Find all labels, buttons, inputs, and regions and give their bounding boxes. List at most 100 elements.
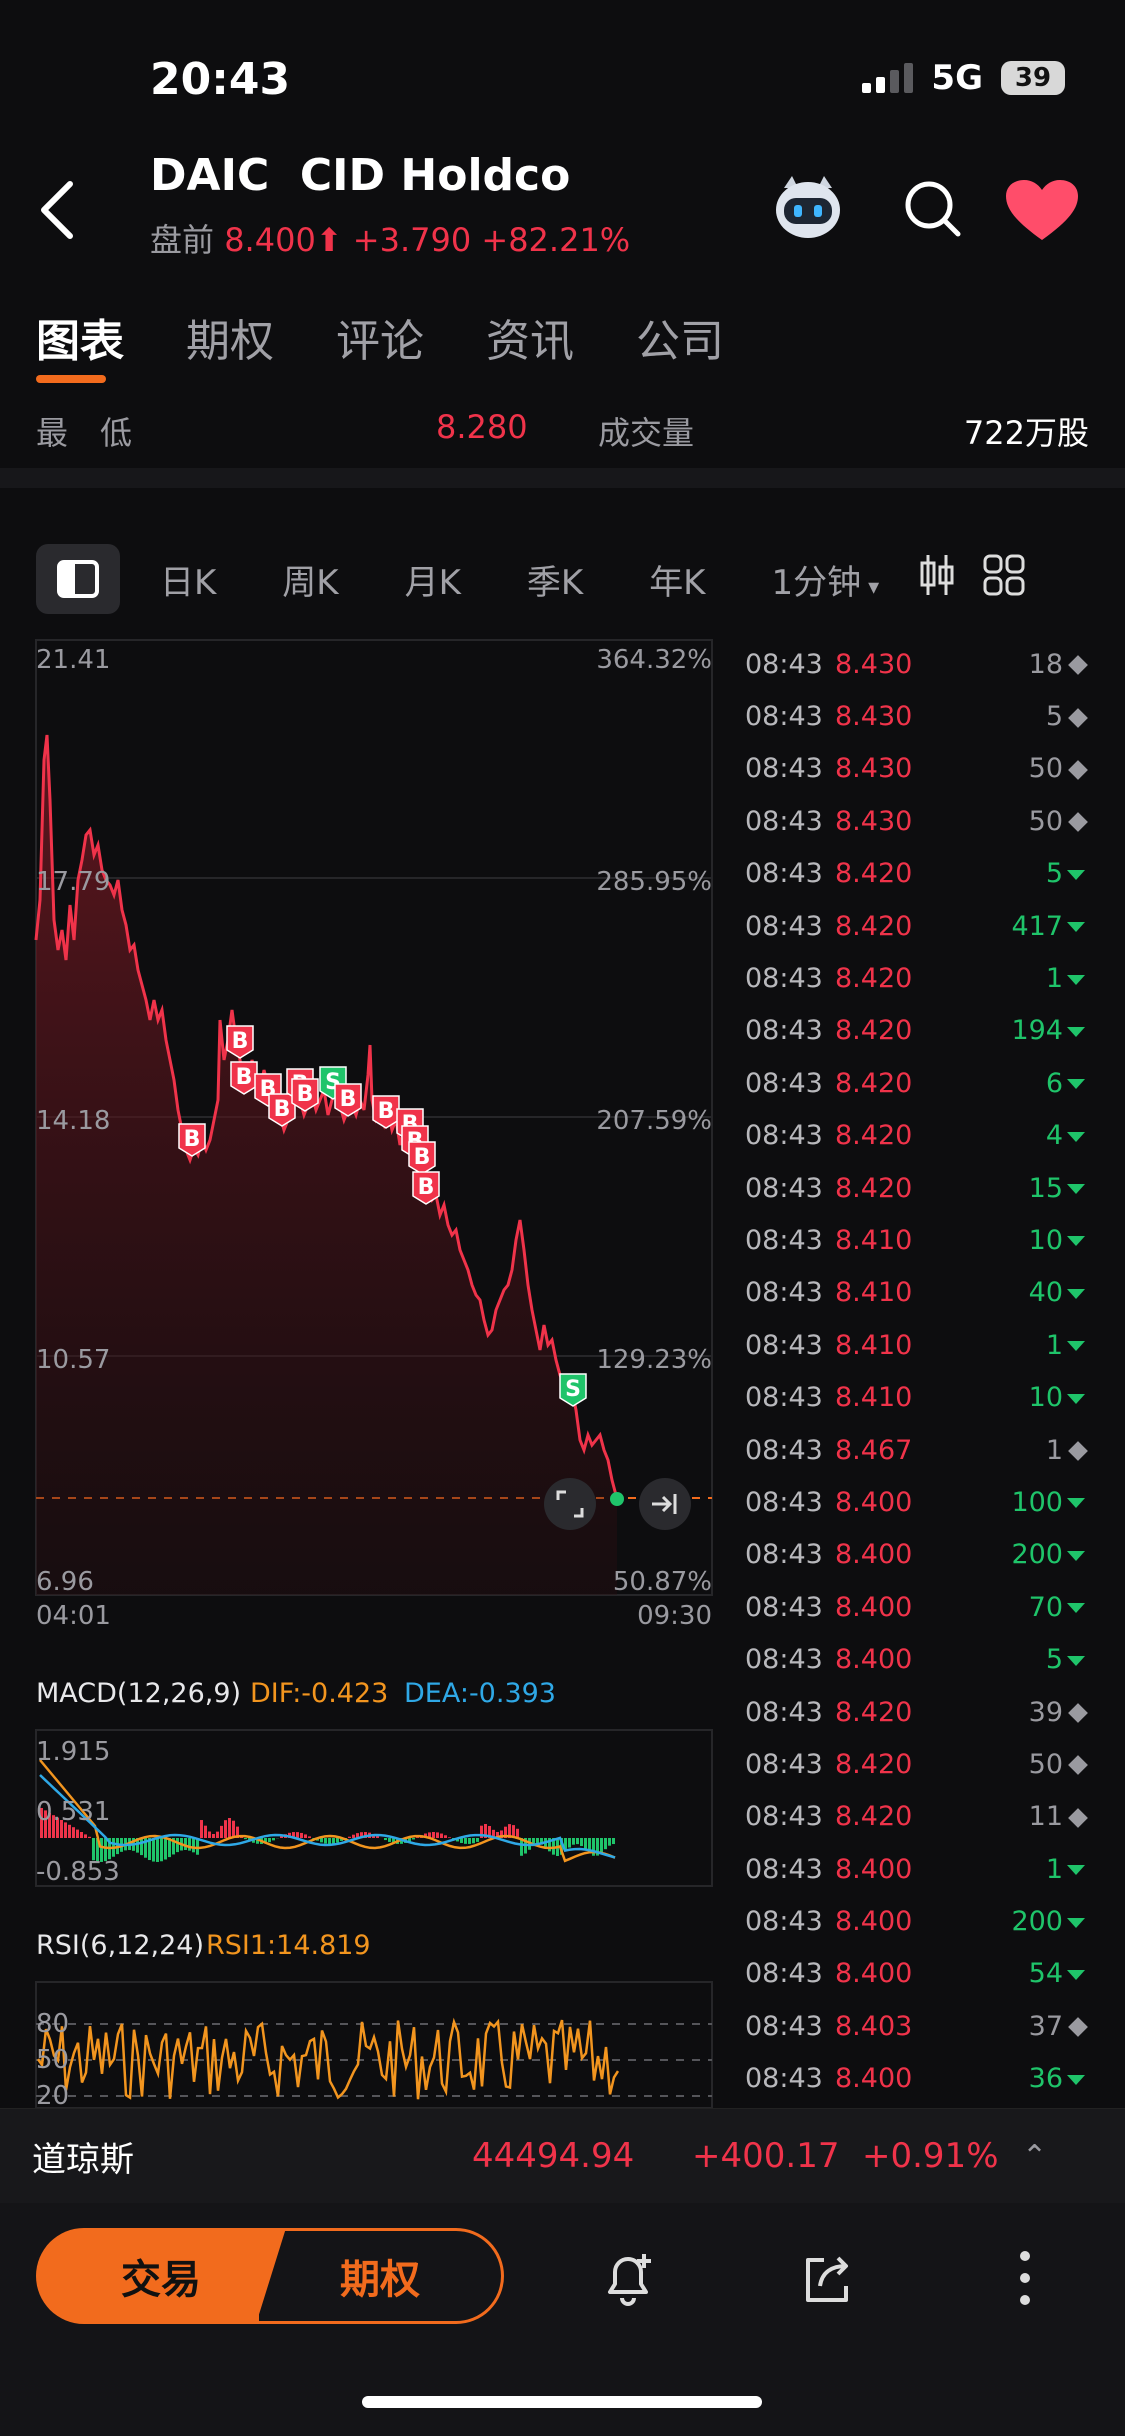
triangle-down-icon <box>1067 1341 1085 1352</box>
tick-price: 8.410 <box>835 1277 913 1309</box>
macd-bar <box>472 1838 475 1844</box>
period-day[interactable]: 日K <box>160 555 216 604</box>
macd-bar <box>84 1834 87 1838</box>
chart-layout-toggle[interactable] <box>36 544 120 614</box>
tick-row: 08:43 8.420 417 <box>745 900 1085 952</box>
time-end: 09:30 <box>637 1601 712 1631</box>
tick-price: 8.420 <box>835 1696 913 1728</box>
macd-bar <box>208 1831 211 1838</box>
rsi-line <box>36 2017 620 2100</box>
tick-price: 8.420 <box>835 1801 913 1833</box>
status-indicators: 5G 39 <box>862 58 1065 98</box>
triangle-down-icon <box>1067 1969 1085 1980</box>
triangle-down-icon <box>1067 1236 1085 1247</box>
tick-list[interactable]: 08:43 8.430 18 08:43 8.430 5 08:43 8.430 50 08:43… <box>745 638 1088 2105</box>
buy-marker[interactable]: B <box>408 1141 436 1175</box>
macd-bar <box>204 1825 207 1838</box>
macd-y-0: 1.915 <box>36 1737 110 1767</box>
alert-bell-icon[interactable] <box>596 2246 660 2314</box>
tick-volume: 6 <box>1045 1067 1063 1099</box>
tick-volume: 1 <box>1045 1853 1063 1885</box>
tab-chart[interactable]: 图表 <box>36 305 124 383</box>
tick-row: 08:43 8.430 18 <box>745 638 1088 690</box>
buy-marker[interactable]: B <box>230 1061 258 1095</box>
grid-menu-icon[interactable] <box>983 554 1025 605</box>
trade-button[interactable]: 交易 <box>36 2228 286 2324</box>
favorite-heart-icon[interactable] <box>1004 178 1080 244</box>
tick-price: 8.400 <box>835 1958 913 1990</box>
triangle-down-icon <box>1067 1917 1085 1928</box>
pct-label-1: 285.95% <box>596 867 712 897</box>
tick-volume: 10 <box>1028 1382 1063 1414</box>
period-week[interactable]: 周K <box>282 555 338 604</box>
period-month[interactable]: 月K <box>405 555 461 604</box>
buy-marker[interactable]: B <box>226 1025 254 1059</box>
buy-marker[interactable]: B <box>372 1095 400 1129</box>
buy-marker[interactable]: B <box>178 1123 206 1157</box>
tab-options[interactable]: 期权 <box>186 305 274 369</box>
index-ticker-bar[interactable]: 道琼斯 44494.94 +400.17 +0.91% ⌃ <box>0 2108 1125 2203</box>
tick-time: 08:43 <box>745 1696 823 1728</box>
buy-marker[interactable]: B <box>334 1083 362 1117</box>
macd-bar <box>336 1838 339 1843</box>
tab-news[interactable]: 资讯 <box>486 305 574 369</box>
macd-bar <box>72 1827 75 1838</box>
tick-time: 08:43 <box>745 1591 823 1623</box>
period-quarter[interactable]: 季K <box>527 555 583 604</box>
search-icon[interactable] <box>900 176 966 242</box>
tick-volume: 36 <box>1028 2063 1063 2095</box>
tick-row: 08:43 8.420 39 <box>745 1686 1088 1738</box>
triangle-down-icon <box>1067 1865 1085 1876</box>
caret-down-icon: ▾ <box>861 574 880 600</box>
tick-row: 08:43 8.410 1 <box>745 1319 1085 1371</box>
tick-row: 08:43 8.420 6 <box>745 1057 1085 1109</box>
fullscreen-button[interactable] <box>544 1478 596 1530</box>
tick-time: 08:43 <box>745 1277 823 1309</box>
tick-price: 8.400 <box>835 1486 913 1518</box>
tick-time: 08:43 <box>745 1748 823 1780</box>
macd-bar <box>416 1837 419 1838</box>
candlestick-icon[interactable] <box>917 553 957 606</box>
macd-bar <box>244 1838 247 1840</box>
index-value: 44494.94 <box>472 2136 635 2176</box>
tab-company[interactable]: 公司 <box>636 305 724 369</box>
tick-time: 08:43 <box>745 805 823 837</box>
tick-time: 08:43 <box>745 1382 823 1414</box>
buy-marker[interactable]: B <box>268 1093 296 1127</box>
y-label-2: 14.18 <box>36 1106 110 1136</box>
sell-marker[interactable]: S <box>559 1373 587 1407</box>
buy-marker-label: B <box>418 1175 435 1200</box>
tab-comments[interactable]: 评论 <box>336 305 424 369</box>
low-label: 最 低 <box>36 414 133 452</box>
tick-volume: 50 <box>1028 753 1063 785</box>
price-chart[interactable]: 21.41 17.79 14.18 10.57 6.96 364.32% 285… <box>0 630 725 2108</box>
period-year[interactable]: 年K <box>649 555 705 604</box>
tick-price: 8.430 <box>835 805 913 837</box>
price-line: 盘前 8.400⬆ +3.790 +82.21% <box>150 215 630 261</box>
tick-price: 8.430 <box>835 648 913 680</box>
tick-volume: 50 <box>1028 1748 1063 1780</box>
buy-marker-label: B <box>236 1065 253 1090</box>
diamond-icon <box>1068 2017 1088 2038</box>
buy-marker[interactable]: B <box>291 1078 319 1112</box>
macd-bar <box>328 1838 331 1844</box>
scroll-to-latest-button[interactable] <box>639 1478 691 1530</box>
volume-value: 722万股 <box>963 414 1089 452</box>
diamond-icon <box>1068 1755 1088 1776</box>
chevron-up-icon[interactable]: ⌃ <box>1022 2139 1047 2174</box>
macd-bar <box>576 1838 579 1845</box>
back-button[interactable] <box>30 170 90 250</box>
robot-assistant-icon[interactable] <box>770 170 846 246</box>
triangle-down-icon <box>1067 1498 1085 1509</box>
options-button[interactable]: 期权 <box>256 2228 504 2324</box>
more-options-icon[interactable] <box>1010 2246 1040 2314</box>
share-icon[interactable] <box>794 2246 858 2314</box>
status-time: 20:43 <box>150 54 291 105</box>
macd-bar <box>308 1836 311 1838</box>
y-label-3: 10.57 <box>36 1345 110 1375</box>
buy-marker[interactable]: B <box>412 1171 440 1205</box>
tick-price: 8.410 <box>835 1329 913 1361</box>
tick-row: 08:43 8.420 11 <box>745 1791 1088 1843</box>
period-1min[interactable]: 1分钟 ▾ <box>771 555 879 604</box>
tick-volume: 1 <box>1045 963 1063 995</box>
